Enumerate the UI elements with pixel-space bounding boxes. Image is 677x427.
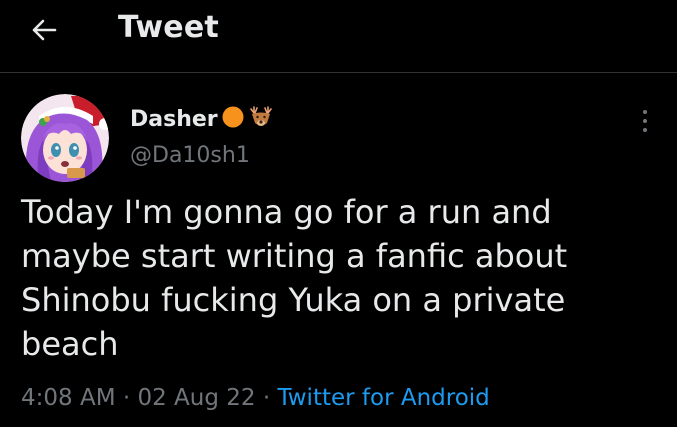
page-title: Tweet [118, 10, 219, 45]
meta-separator: · [262, 385, 271, 411]
more-vertical-icon-dot-2 [643, 119, 647, 123]
tweet-time[interactable]: 4:08 AM [21, 385, 116, 411]
deer-emoji [248, 105, 274, 133]
avatar-image [21, 94, 109, 182]
header-divider [0, 72, 677, 73]
tweet-meta: 4:08 AM · 02 Aug 22 · Twitter for Androi… [21, 385, 490, 411]
more-vertical-icon-dot-3 [643, 128, 647, 132]
author-display-name[interactable]: Dasher [130, 107, 218, 132]
avatar[interactable] [21, 94, 109, 182]
more-options-button[interactable] [632, 104, 658, 138]
tweet-date[interactable]: 02 Aug 22 [137, 385, 255, 411]
orange-circle-emoji [222, 106, 244, 132]
tweet-source-link[interactable]: Twitter for Android [278, 385, 490, 411]
more-vertical-icon-dot-1 [643, 110, 647, 114]
meta-separator: · [122, 385, 131, 411]
author-handle[interactable]: @Da10sh1 [130, 143, 250, 168]
tweet-text: Today I'm gonna go for a run and maybe s… [21, 193, 568, 363]
arrow-left-icon [32, 19, 57, 41]
top-bar: Tweet [0, 0, 677, 72]
author-name-row: Dasher [130, 104, 274, 134]
back-button[interactable] [22, 8, 66, 52]
